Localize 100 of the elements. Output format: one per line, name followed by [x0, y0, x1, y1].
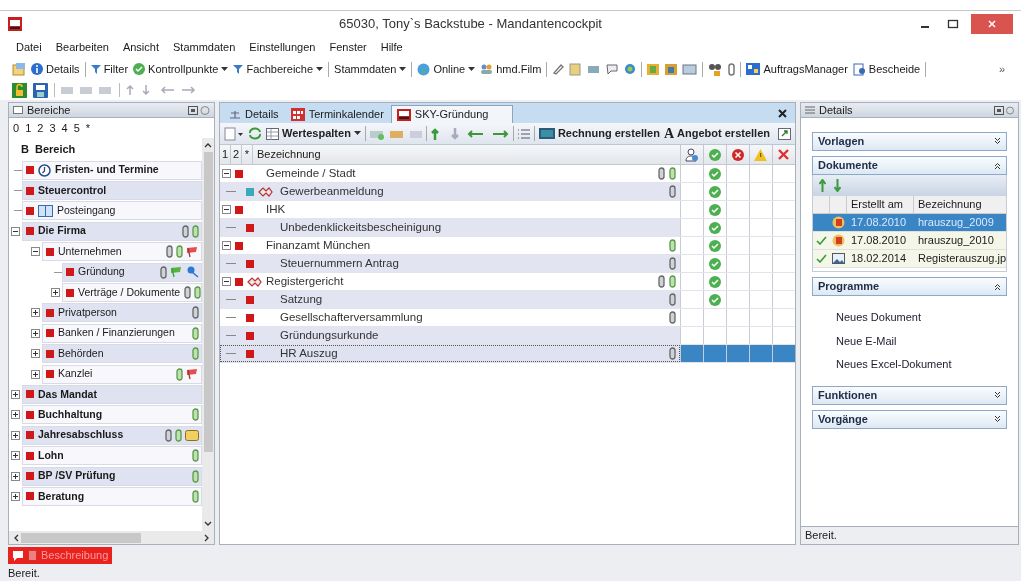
- paperclip-icon[interactable]: [728, 62, 736, 76]
- tab[interactable]: Terminkalender: [285, 105, 389, 123]
- close-icon[interactable]: [778, 109, 787, 118]
- tree-row[interactable]: Steuernummern Antrag: [220, 255, 680, 272]
- tree-item[interactable]: Fristen- und Termine: [22, 160, 202, 180]
- column-header[interactable]: Bezeichnung: [253, 145, 680, 164]
- expand-icon[interactable]: [31, 328, 40, 338]
- caret-icon[interactable]: [468, 66, 476, 72]
- section-header[interactable]: Vorgänge: [812, 409, 1008, 429]
- link[interactable]: Neue E-Mail: [836, 332, 1008, 349]
- toolbar-button[interactable]: A Angebot erstellen: [663, 123, 770, 144]
- section-header[interactable]: Programme: [812, 277, 1008, 296]
- pin-panel-icon[interactable]: [188, 104, 210, 116]
- scroll-right-icon[interactable]: [202, 533, 210, 542]
- menu-item[interactable]: Bearbeiten: [55, 38, 109, 56]
- expand-icon[interactable]: [11, 471, 20, 481]
- maximize-icon[interactable]: [947, 17, 959, 30]
- expand-icon[interactable]: [994, 391, 1002, 399]
- tree-row[interactable]: Gründungsurkunde: [220, 327, 680, 344]
- menu-item[interactable]: Fenster: [329, 38, 367, 56]
- tree-item[interactable]: Buchhaltung: [22, 405, 202, 425]
- level-button[interactable]: 2: [37, 119, 44, 137]
- tree-item[interactable]: BP /SV Prüfung: [22, 466, 202, 486]
- tree-item[interactable]: Beratung: [22, 486, 202, 506]
- expand-icon[interactable]: [11, 451, 20, 461]
- unlock-icon[interactable]: [12, 82, 27, 98]
- menu-item[interactable]: Datei: [16, 38, 42, 56]
- caret-icon[interactable]: [399, 66, 407, 72]
- toolbar-button[interactable]: Stammdaten: [334, 60, 407, 78]
- expand-icon[interactable]: [11, 430, 20, 440]
- toolbar-button[interactable]: Details: [31, 60, 80, 78]
- tree-row[interactable]: Unbedenklickeitsbescheinigung: [220, 219, 680, 236]
- level-button[interactable]: 3: [49, 119, 56, 137]
- scrollbar[interactable]: [202, 138, 214, 531]
- column-header[interactable]: 2: [231, 145, 242, 164]
- tree-row[interactable]: Satzung: [220, 291, 680, 308]
- toolbar-button[interactable]: Fachbereiche: [233, 60, 324, 78]
- tree-item[interactable]: Jahresabschluss: [22, 425, 202, 445]
- section-header[interactable]: Dokumente: [812, 156, 1008, 175]
- caret-icon[interactable]: [221, 66, 229, 72]
- level-button[interactable]: *: [85, 119, 91, 137]
- tree-item[interactable]: Gründung: [62, 262, 202, 282]
- caret-icon[interactable]: [316, 66, 324, 72]
- toolbar-button[interactable]: Kontrollpunkte: [133, 60, 229, 78]
- collapse-icon[interactable]: [994, 162, 1002, 169]
- toolbar-button[interactable]: Online: [417, 60, 476, 78]
- tree-item[interactable]: Banken / Finanzierungen: [42, 323, 202, 343]
- expand-icon[interactable]: [994, 415, 1002, 423]
- toolbar-button[interactable]: hmd.Film: [480, 60, 542, 78]
- horizontal-scrollbar[interactable]: [9, 531, 214, 544]
- toolbar-button[interactable]: Bescheide: [852, 60, 921, 78]
- up-arrow-icon[interactable]: [819, 179, 826, 192]
- menu-item[interactable]: Stammdaten: [173, 38, 236, 56]
- tree-item[interactable]: Die Firma: [22, 221, 202, 241]
- collapse-icon[interactable]: [222, 169, 231, 178]
- tree-item[interactable]: Behörden: [42, 344, 202, 364]
- expand-icon[interactable]: [11, 390, 20, 399]
- link[interactable]: Neues Dokument: [836, 309, 1008, 326]
- expand-icon[interactable]: [11, 491, 20, 501]
- level-button[interactable]: 4: [61, 119, 68, 137]
- collapse-icon[interactable]: [222, 241, 231, 250]
- tree-item[interactable]: Posteingang: [22, 201, 202, 221]
- tree-row[interactable]: HR Auszug: [220, 345, 680, 362]
- tool-icons[interactable]: [552, 62, 637, 76]
- expand-icon[interactable]: [51, 288, 60, 298]
- pin-panel-icon[interactable]: [994, 104, 1015, 116]
- tree-item[interactable]: Privatperson: [42, 303, 202, 323]
- expand-icon[interactable]: [994, 138, 1002, 145]
- level-button[interactable]: 1: [25, 119, 32, 137]
- collapse-icon[interactable]: [222, 277, 231, 286]
- tree-item[interactable]: Kanzlei: [42, 364, 202, 384]
- save-icon[interactable]: [33, 82, 48, 98]
- menu-item[interactable]: Ansicht: [122, 38, 159, 56]
- section-header[interactable]: Funktionen: [812, 385, 1008, 405]
- tree-item[interactable]: Lohn: [22, 446, 202, 466]
- collapse-icon[interactable]: [994, 283, 1002, 290]
- arrow-icons[interactable]: [430, 126, 509, 141]
- tab[interactable]: SKY-Gründung: [390, 105, 514, 123]
- tree-item[interactable]: Unternehmen: [42, 242, 202, 262]
- collapse-icon[interactable]: [31, 247, 40, 257]
- scroll-left-icon[interactable]: [13, 533, 21, 542]
- column-header[interactable]: Erstellt am: [847, 196, 914, 213]
- menu-item[interactable]: Hilfe: [380, 38, 403, 56]
- export-icon[interactable]: [778, 127, 791, 140]
- toolbar-button[interactable]: Rechnung erstellen: [538, 125, 660, 142]
- toolbar-button[interactable]: Filter: [90, 60, 129, 78]
- down-arrow-icon[interactable]: [834, 179, 841, 192]
- tree-row[interactable]: Gewerbeanmeldung: [220, 183, 680, 200]
- column-header[interactable]: *: [242, 145, 253, 164]
- expand-icon[interactable]: [31, 349, 40, 359]
- caret-icon[interactable]: [353, 131, 361, 136]
- link[interactable]: Neues Excel-Dokument: [836, 356, 1008, 373]
- level-button[interactable]: 0: [13, 119, 20, 137]
- refresh-icon[interactable]: [248, 127, 262, 140]
- toolbar-button[interactable]: AuftragsManager: [746, 60, 848, 78]
- menu-item[interactable]: Einstellungen: [249, 38, 316, 56]
- expand-icon[interactable]: [11, 410, 20, 420]
- tree-item[interactable]: Verträge / Dokumente: [62, 283, 202, 303]
- overflow-button[interactable]: »: [998, 60, 1005, 78]
- new-document-icon[interactable]: [224, 126, 244, 141]
